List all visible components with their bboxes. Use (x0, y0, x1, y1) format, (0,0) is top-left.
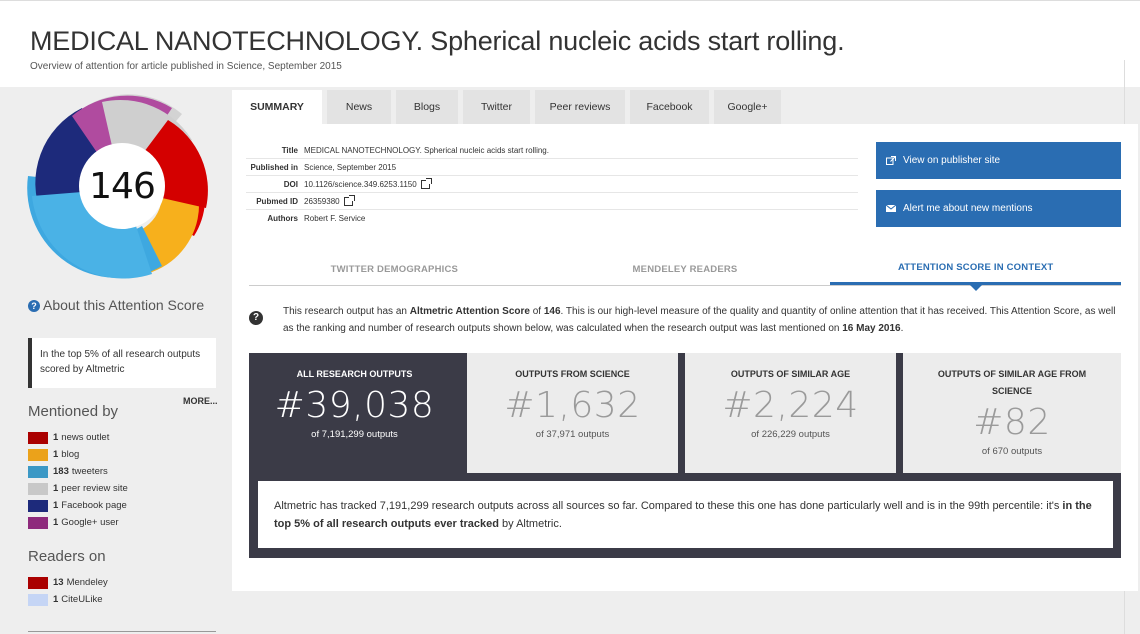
about-score-heading[interactable]: ? About this Attention Score (28, 296, 218, 314)
stat-total: of 37,971 outputs (535, 429, 610, 440)
list-item[interactable]: 1 Google+ user (28, 514, 128, 531)
stat-from-science[interactable]: OUTPUTS FROM SCIENCE #1,632 of 37,971 ou… (467, 353, 678, 473)
stat-similar-age-science[interactable]: OUTPUTS OF SIMILAR AGE FROM SCIENCE #82 … (903, 353, 1121, 473)
twitter-swatch (28, 465, 48, 478)
readers-on-heading: Readers on (28, 548, 106, 565)
tab-twitter-demographics[interactable]: TWITTER DEMOGRAPHICS (249, 253, 540, 285)
external-link-icon[interactable] (420, 177, 432, 189)
meta-published-row: Published in Science, September 2015 (246, 159, 858, 176)
mentioned-by-heading: Mentioned by (28, 403, 119, 420)
meta-value: MEDICAL NANOTECHNOLOGY. Spherical nuclei… (304, 145, 549, 155)
list-item[interactable]: 1 peer review site (28, 480, 128, 497)
meta-authors-row: Authors Robert F. Service (246, 210, 858, 227)
external-link-icon[interactable] (343, 194, 355, 206)
stat-all-outputs[interactable]: ALL RESEARCH OUTPUTS #39,038 of 7,191,29… (249, 353, 460, 473)
meta-label: Published in (250, 162, 298, 172)
list-item[interactable]: 1 CiteULike (28, 591, 108, 608)
stat-label: ALL RESEARCH OUTPUTS (296, 369, 413, 379)
subtab-bar: TWITTER DEMOGRAPHICS MENDELEY READERS AT… (249, 253, 1122, 291)
googleplus-swatch (28, 516, 48, 529)
attention-score: 146 (89, 165, 156, 207)
list-item[interactable]: 183 tweeters (28, 463, 128, 480)
meta-label: Title (281, 145, 298, 155)
help-icon[interactable]: ? (249, 311, 263, 325)
peer-review-swatch (28, 482, 48, 495)
tab-twitter[interactable]: Twitter (463, 90, 530, 124)
more-link[interactable]: MORE... (183, 396, 218, 406)
button-label: Alert me about new mentions (903, 203, 1033, 214)
meta-label: Authors (267, 214, 298, 223)
mentioned-by-list: 1 news outlet 1 blog 183 tweeters 1 peer rev… (28, 429, 128, 531)
page: MEDICAL NANOTECHNOLOGY. Spherical nuclei… (0, 0, 1140, 634)
about-heading-text: About this Attention Score (43, 297, 205, 313)
page-subtitle: Overview of attention for article publis… (30, 61, 342, 72)
tab-facebook[interactable]: Facebook (630, 90, 709, 124)
button-label: View on publisher site (903, 155, 1001, 166)
external-link-icon (886, 156, 896, 165)
stat-similar-age[interactable]: OUTPUTS OF SIMILAR AGE #2,224 of 226,229… (685, 353, 896, 473)
pubmed-link[interactable]: 26359380 (304, 197, 340, 206)
stat-rank: #1,632 (504, 385, 641, 426)
alert-mentions-button[interactable]: Alert me about new mentions (876, 190, 1121, 227)
list-item[interactable]: 13 Mendeley (28, 574, 108, 591)
citeulike-swatch (28, 593, 48, 606)
facebook-swatch (28, 499, 48, 512)
meta-pubmed-row: Pubmed ID 26359380 (246, 193, 858, 210)
divider (28, 631, 216, 632)
blog-swatch (28, 448, 48, 461)
stat-total: of 670 outputs (981, 446, 1043, 457)
meta-value: Robert F. Service (304, 214, 366, 223)
help-icon: ? (28, 300, 40, 312)
stat-rank: #82 (973, 402, 1051, 443)
meta-doi-row: DOI 10.1126/science.349.6253.1150 (246, 176, 858, 193)
stat-rank: #2,224 (722, 385, 859, 426)
stat-rank: #39,038 (274, 385, 435, 426)
stat-label: OUTPUTS FROM SCIENCE (515, 369, 630, 379)
percentile-summary: Altmetric has tracked 7,191,299 research… (258, 481, 1113, 548)
list-item[interactable]: 1 Facebook page (28, 497, 128, 514)
tab-mendeley-readers[interactable]: MENDELEY READERS (540, 253, 831, 285)
list-item[interactable]: 1 blog (28, 446, 128, 463)
tab-blogs[interactable]: Blogs (396, 90, 458, 124)
meta-label: DOI (283, 179, 298, 189)
tab-summary[interactable]: SUMMARY (232, 90, 322, 124)
tab-attention-score-context[interactable]: ATTENTION SCORE IN CONTEXT (830, 253, 1122, 291)
envelope-icon (886, 204, 896, 212)
list-item[interactable]: 1 news outlet (28, 429, 128, 446)
news-swatch (28, 431, 48, 444)
stat-label: OUTPUTS OF SIMILAR AGE (730, 369, 851, 379)
readers-list: 13 Mendeley 1 CiteULike (28, 574, 108, 608)
view-publisher-button[interactable]: View on publisher site (876, 142, 1121, 179)
score-context-box: In the top 5% of all research outputs sc… (28, 338, 216, 388)
stat-total: of 226,229 outputs (751, 429, 830, 440)
meta-value: Science, September 2015 (304, 162, 397, 172)
doi-link[interactable]: 10.1126/science.349.6253.1150 (304, 180, 417, 189)
tab-peer-reviews[interactable]: Peer reviews (535, 90, 625, 124)
tab-news[interactable]: News (327, 90, 391, 124)
stat-total: of 7,191,299 outputs (311, 429, 398, 440)
page-title: MEDICAL NANOTECHNOLOGY. Spherical nuclei… (30, 26, 845, 56)
tab-googleplus[interactable]: Google+ (714, 90, 781, 124)
stat-label: OUTPUTS OF SIMILAR AGE FROM SCIENCE (937, 369, 1087, 396)
article-metadata: Title MEDICAL NANOTECHNOLOGY. Spherical n… (246, 142, 858, 227)
tab-bar: SUMMARY News Blogs Twitter Peer reviews … (232, 90, 786, 124)
mendeley-swatch (28, 576, 48, 589)
meta-title-row: Title MEDICAL NANOTECHNOLOGY. Spherical n… (246, 142, 858, 159)
meta-label: Pubmed ID (256, 196, 298, 206)
score-description: This research output has an Altmetric At… (283, 306, 1116, 334)
